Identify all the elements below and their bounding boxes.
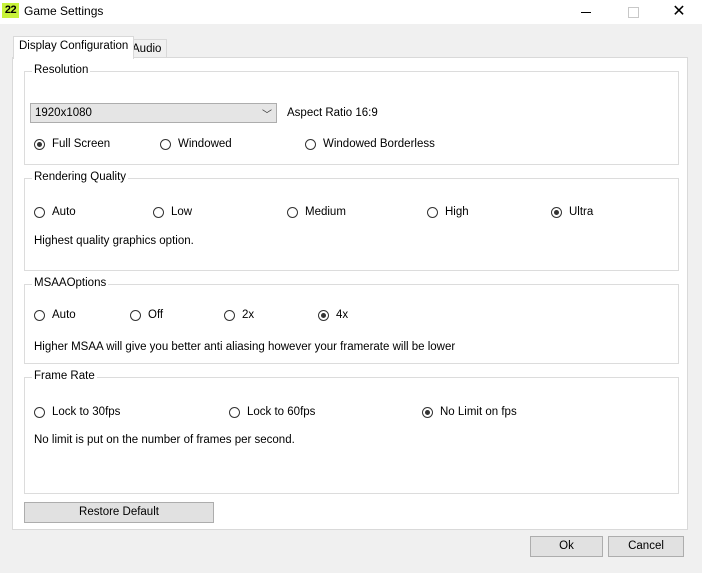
radio-msaa-auto[interactable]: Auto xyxy=(34,309,76,321)
radio-label: High xyxy=(445,206,469,218)
radio-checked-icon xyxy=(34,138,45,150)
radio-msaa-4x[interactable]: 4x xyxy=(318,309,348,321)
radio-checked-icon xyxy=(318,309,329,321)
rendering-quality-legend: Rendering Quality xyxy=(32,171,129,183)
radio-label: No Limit on fps xyxy=(440,406,517,418)
msaa-description: Higher MSAA will give you better anti al… xyxy=(34,341,456,353)
radio-unchecked-icon xyxy=(153,206,164,218)
frame-rate-legend: Frame Rate xyxy=(32,370,97,382)
minimize-icon xyxy=(581,11,591,13)
radio-label: 4x xyxy=(336,309,349,321)
resolution-group: Resolution 1920x1080 ﹀ Aspect Ratio 16:9… xyxy=(24,64,679,165)
tab-display-configuration[interactable]: Display Configuration xyxy=(13,36,135,59)
radio-windowed-borderless[interactable]: Windowed Borderless xyxy=(305,138,435,150)
close-button[interactable]: ✕ xyxy=(656,0,702,24)
cancel-button[interactable]: Cancel xyxy=(608,536,684,557)
radio-lock-60fps[interactable]: Lock to 60fps xyxy=(229,406,315,418)
rendering-quality-description: Highest quality graphics option. xyxy=(34,235,194,247)
radio-quality-auto[interactable]: Auto xyxy=(34,206,76,218)
window-title: Game Settings xyxy=(24,4,104,18)
radio-windowed[interactable]: Windowed xyxy=(160,138,232,150)
radio-no-limit-fps[interactable]: No Limit on fps xyxy=(422,406,517,418)
radio-label: 2x xyxy=(242,309,255,321)
resolution-value: 1920x1080 xyxy=(35,107,92,119)
radio-msaa-2x[interactable]: 2x xyxy=(224,309,254,321)
resolution-dropdown[interactable]: 1920x1080 ﹀ xyxy=(30,103,277,123)
radio-label: Low xyxy=(171,206,193,218)
radio-checked-icon xyxy=(422,406,433,418)
maximize-icon xyxy=(627,6,639,18)
maximize-button[interactable] xyxy=(610,0,656,24)
radio-label: Auto xyxy=(52,309,76,321)
radio-msaa-off[interactable]: Off xyxy=(130,309,163,321)
radio-unchecked-icon xyxy=(224,309,235,321)
frame-rate-description: No limit is put on the number of frames … xyxy=(34,434,295,446)
radio-label: Ultra xyxy=(569,206,594,218)
radio-quality-high[interactable]: High xyxy=(427,206,469,218)
radio-quality-low[interactable]: Low xyxy=(153,206,192,218)
radio-label: Medium xyxy=(305,206,346,218)
radio-unchecked-icon xyxy=(427,206,438,218)
msaa-legend: MSAAOptions xyxy=(32,277,109,289)
display-configuration-panel: Resolution 1920x1080 ﹀ Aspect Ratio 16:9… xyxy=(12,57,688,530)
radio-full-screen[interactable]: Full Screen xyxy=(34,138,110,150)
radio-unchecked-icon xyxy=(34,309,45,321)
radio-label: Auto xyxy=(52,206,76,218)
radio-unchecked-icon xyxy=(34,406,45,418)
radio-lock-30fps[interactable]: Lock to 30fps xyxy=(34,406,120,418)
radio-unchecked-icon xyxy=(160,138,171,150)
radio-checked-icon xyxy=(551,206,562,218)
radio-unchecked-icon xyxy=(34,206,45,218)
radio-label: Lock to 60fps xyxy=(247,406,316,418)
radio-quality-ultra[interactable]: Ultra xyxy=(551,206,593,218)
ok-button[interactable]: Ok xyxy=(530,536,603,557)
radio-label: Full Screen xyxy=(52,138,111,150)
radio-unchecked-icon xyxy=(229,406,240,418)
chevron-down-icon: ﹀ xyxy=(262,110,272,121)
radio-quality-medium[interactable]: Medium xyxy=(287,206,346,218)
resolution-legend: Resolution xyxy=(32,64,91,76)
radio-label: Lock to 30fps xyxy=(52,406,121,418)
radio-label: Windowed xyxy=(178,138,232,150)
aspect-ratio-label: Aspect Ratio 16:9 xyxy=(287,107,378,119)
close-icon: ✕ xyxy=(672,3,686,20)
app-icon: 22 xyxy=(2,3,19,18)
frame-rate-group: Frame Rate Lock to 30fps Lock to 60fps N… xyxy=(24,370,679,494)
title-bar: 22 Game Settings ✕ xyxy=(0,0,702,24)
rendering-quality-group: Rendering Quality Auto Low Medium High U… xyxy=(24,171,679,271)
msaa-group: MSAAOptions Auto Off 2x 4x Higher MSAA w… xyxy=(24,277,679,364)
radio-label: Off xyxy=(148,309,164,321)
restore-default-button[interactable]: Restore Default xyxy=(24,502,214,523)
radio-unchecked-icon xyxy=(130,309,141,321)
minimize-button[interactable] xyxy=(563,0,609,24)
radio-unchecked-icon xyxy=(287,206,298,218)
radio-label: Windowed Borderless xyxy=(323,138,435,150)
radio-unchecked-icon xyxy=(305,138,316,150)
